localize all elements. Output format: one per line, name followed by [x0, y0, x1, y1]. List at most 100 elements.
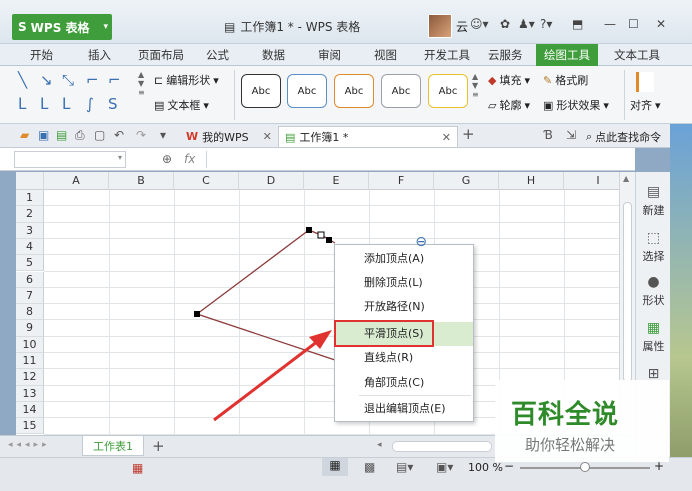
- horizontal-scroll-thumb[interactable]: [392, 441, 492, 452]
- curve-double-arrow-icon[interactable]: ᒪ: [62, 95, 70, 113]
- menu-item-open-path[interactable]: 开放路径(N): [335, 295, 473, 319]
- print-preview-icon[interactable]: ▢: [94, 128, 105, 142]
- skin-b-icon[interactable]: Ɓ: [544, 128, 553, 142]
- close-icon[interactable]: ✕: [656, 17, 666, 31]
- curve-connector-icon[interactable]: ᒪ: [18, 95, 26, 113]
- skin-icon[interactable]: ☺▾: [470, 17, 489, 31]
- page-layout-view-icon[interactable]: ▩: [364, 460, 375, 474]
- workbook-tab[interactable]: ▤ 工作簿1 * ✕: [278, 126, 458, 147]
- shape-style-2[interactable]: Abc: [287, 74, 327, 108]
- menu-item-corner-vertex[interactable]: 角部顶点(C): [335, 371, 473, 395]
- normal-view-icon[interactable]: ▦: [322, 458, 348, 476]
- user-name[interactable]: 云: [456, 18, 468, 35]
- shape-style-1[interactable]: Abc: [241, 74, 281, 108]
- panel-properties[interactable]: ▦ 属性: [636, 320, 671, 354]
- zoom-search-icon[interactable]: ⊕: [162, 152, 172, 166]
- tab-data[interactable]: 数据: [254, 44, 293, 66]
- shape-style-3[interactable]: Abc: [334, 74, 374, 108]
- open-folder-icon[interactable]: ▰: [20, 128, 29, 142]
- align-button[interactable]: 对齐 ▾: [630, 97, 661, 113]
- page-break-view-icon[interactable]: ▤▾: [396, 460, 413, 474]
- minimize-icon[interactable]: —: [604, 17, 616, 31]
- panel-shape[interactable]: ● 形状: [636, 274, 671, 308]
- help-icon[interactable]: ?▾: [540, 17, 552, 31]
- close-tab-icon[interactable]: ✕: [442, 131, 451, 144]
- panel-select[interactable]: ⬚ 选择: [636, 230, 671, 264]
- shape-upper-edge[interactable]: [196, 229, 336, 315]
- menu-item-delete-vertex[interactable]: 删除顶点(L): [335, 271, 473, 295]
- scribble-icon[interactable]: S: [108, 95, 118, 113]
- sheet-nav-icon[interactable]: ◂◂◂▸▸: [8, 440, 51, 450]
- maximize-icon[interactable]: ☐: [628, 17, 639, 31]
- tab-text-tools[interactable]: 文本工具: [606, 44, 668, 66]
- tab-formula[interactable]: 公式: [198, 44, 237, 66]
- menu-item-straight-point[interactable]: 直线点(R): [335, 346, 473, 370]
- shape-gallery[interactable]: ╲ ↘ ⤡ ⌐ ⌐ ᒪ ᒪ ᒪ ∫ S: [16, 71, 134, 119]
- style-scroll-icon[interactable]: ▲ ▼ ≡: [472, 72, 479, 99]
- undo-icon[interactable]: ↶: [114, 128, 124, 142]
- share-icon[interactable]: ⬒: [572, 17, 583, 31]
- edit-shape-button[interactable]: ⊏ 编辑形状 ▾: [154, 72, 219, 88]
- add-sheet-icon[interactable]: +: [152, 437, 165, 455]
- new-tab-icon[interactable]: +: [462, 125, 475, 143]
- my-wps-tab[interactable]: W 我的WPS ✕: [180, 126, 278, 147]
- shape-style-5[interactable]: Abc: [428, 74, 468, 108]
- reading-view-icon[interactable]: ▣▾: [436, 460, 453, 474]
- line-shape-icon[interactable]: ╲: [18, 71, 27, 89]
- arrow-shape-icon[interactable]: ↘: [40, 71, 53, 89]
- zoom-slider-thumb[interactable]: [580, 462, 590, 472]
- close-tab-icon[interactable]: ✕: [263, 130, 272, 143]
- edit-shape-icon: ⊏: [154, 73, 164, 87]
- control-handle[interactable]: [317, 231, 325, 239]
- tab-cloud[interactable]: 云服务: [480, 44, 531, 66]
- scroll-thumb[interactable]: [623, 202, 632, 382]
- zoom-level[interactable]: 100 %: [468, 461, 503, 474]
- app-menu-button[interactable]: S WPS 表格 ▾: [12, 14, 112, 40]
- share-arrow-icon[interactable]: ⇲: [566, 128, 576, 142]
- freeform-curve-icon[interactable]: ∫: [86, 95, 94, 113]
- shape-style-4[interactable]: Abc: [381, 74, 421, 108]
- command-search[interactable]: ⌕ 点此查找命令: [586, 129, 661, 145]
- tab-view[interactable]: 视图: [366, 44, 405, 66]
- gallery-scroll-icon[interactable]: ▲ ▼ ≡: [138, 70, 145, 97]
- shirt-icon[interactable]: ♟▾: [518, 17, 535, 31]
- redo-icon[interactable]: ↷: [136, 128, 146, 142]
- formula-input[interactable]: [206, 151, 632, 168]
- avatar[interactable]: [428, 14, 452, 38]
- menu-item-add-vertex[interactable]: 添加顶点(A): [335, 247, 473, 271]
- scroll-up-icon[interactable]: ▲: [623, 174, 629, 183]
- hscroll-left-icon[interactable]: ◂: [377, 440, 382, 450]
- tab-home[interactable]: 开始: [22, 44, 61, 66]
- outline-button[interactable]: ▱ 轮廓 ▾: [488, 97, 530, 113]
- name-box[interactable]: ▾: [14, 151, 126, 168]
- print-icon[interactable]: ⎙: [75, 128, 85, 143]
- tab-page-layout[interactable]: 页面布局: [130, 44, 192, 66]
- export-icon[interactable]: ▤: [56, 128, 67, 142]
- tab-review[interactable]: 审阅: [310, 44, 349, 66]
- menu-item-exit-edit-vertex[interactable]: 退出编辑顶点(E): [335, 397, 473, 421]
- settings-icon[interactable]: ✿: [500, 17, 510, 31]
- fx-icon[interactable]: fx: [184, 152, 195, 166]
- shape-effects-button[interactable]: ▣ 形状效果 ▾: [543, 97, 609, 113]
- tab-developer[interactable]: 开发工具: [416, 44, 478, 66]
- tab-drawing-tools[interactable]: 绘图工具: [536, 44, 598, 66]
- tab-insert[interactable]: 插入: [80, 44, 119, 66]
- vertex-handle[interactable]: [306, 227, 312, 233]
- vertex-handle[interactable]: [326, 237, 332, 243]
- save-icon[interactable]: ▣: [38, 128, 49, 142]
- customize-icon[interactable]: ▾: [160, 128, 166, 142]
- calendar-icon[interactable]: ▦: [132, 461, 143, 475]
- elbow-connector-icon[interactable]: ⌐: [86, 71, 99, 89]
- vertex-handle[interactable]: [194, 311, 200, 317]
- fill-button[interactable]: ◆ 填充 ▾: [488, 72, 530, 88]
- chevron-down-icon[interactable]: ▾: [118, 153, 122, 162]
- double-arrow-shape-icon[interactable]: ⤡: [62, 71, 74, 89]
- shape-lower-edge[interactable]: [196, 313, 336, 361]
- elbow-arrow-icon[interactable]: ⌐: [108, 71, 121, 89]
- text-box-button[interactable]: ▤ 文本框 ▾: [154, 97, 209, 113]
- format-brush-button[interactable]: ✎ 格式刷: [543, 72, 588, 88]
- quick-access-bar: ▰ ▣ ▤ ⎙ ▢ ↶ ↷ ▾ W 我的WPS ✕ ▤ 工作簿1 * ✕ + Ɓ…: [0, 124, 692, 148]
- sheet-tab-1[interactable]: 工作表1: [82, 436, 144, 456]
- panel-new[interactable]: ▤ 新建: [636, 184, 671, 218]
- curve-arrow-icon[interactable]: ᒪ: [40, 95, 48, 113]
